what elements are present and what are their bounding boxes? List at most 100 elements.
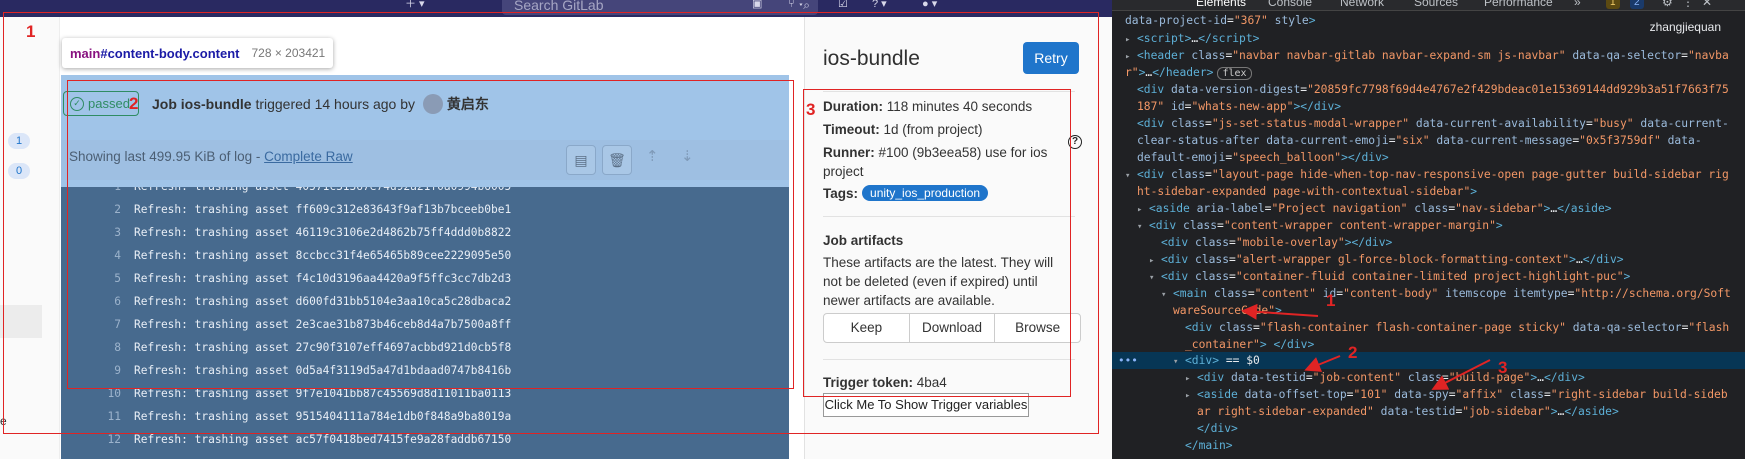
job-title: Job ios-bundle triggered 14 hours ago by… — [152, 94, 489, 114]
log-line-text: Refresh: trashing asset 9515404111a784e1… — [134, 410, 512, 423]
raw-file-button[interactable]: ▤ — [566, 145, 596, 175]
help-icon[interactable]: ? ▾ — [872, 0, 887, 14]
count-badge: 1 — [8, 133, 30, 149]
dom-node-line[interactable]: ▸ <aside aria-label="Project navigation" … — [1137, 200, 1612, 217]
user-link[interactable]: 黄启东 — [447, 96, 489, 112]
log-line-number[interactable]: 7 — [61, 313, 121, 336]
log-line: 11 Refresh: trashing asset 9515404111a784… — [61, 405, 789, 428]
dom-node-line[interactable]: ▾ <div class="container-fluid container-l… — [1149, 268, 1630, 285]
gitlab-navbar: ＋ ▾ Search GitLab ⌕ ▣ ⑂ ▾ ☑ ? ▾ ● ▾ — [0, 0, 1112, 17]
dom-node-line[interactable]: data-project-id="367" style> — [1125, 12, 1316, 29]
log-line-number[interactable]: 12 — [61, 428, 121, 451]
more-tabs-icon[interactable]: » — [1574, 0, 1581, 9]
job-header: ✓ passed Job ios-bundle triggered 14 hou… — [61, 84, 789, 124]
log-line-text: Refresh: trashing asset ac57f0418bed7415… — [134, 433, 512, 446]
warning-count-badge[interactable]: 1 — [1606, 0, 1620, 9]
devtools-panel: Elements Console Network Sources Perform… — [1112, 0, 1745, 459]
dom-node-line[interactable]: default-emoji="speech_balloon"></div> — [1137, 149, 1389, 166]
search-input[interactable]: Search GitLab ⌕ — [502, 0, 818, 15]
dom-node-line[interactable]: ▾ <main class="content" id="content-body"… — [1161, 285, 1731, 302]
log-line-number[interactable]: 3 — [61, 221, 121, 244]
settings-gear-icon[interactable]: ⚙ — [1662, 0, 1673, 9]
dom-node-line[interactable]: ▸ <div data-testid="job-content" class="b… — [1185, 369, 1585, 386]
dom-node-line[interactable]: ▸ <div class="alert-wrapper gl-force-bloc… — [1149, 251, 1624, 268]
complete-raw-link[interactable]: Complete Raw — [264, 149, 353, 164]
log-line-number[interactable]: 5 — [61, 267, 121, 290]
tab-console[interactable]: Console — [1268, 0, 1312, 9]
log-line: 5 Refresh: trashing asset f4c10d3196aa442… — [61, 267, 789, 290]
artifacts-heading: Job artifacts — [823, 233, 904, 248]
dom-node-line[interactable]: ▸ <script>…</script> — [1125, 30, 1259, 47]
log-line-text: Refresh: trashing asset 0d5a4f3119d5a47d… — [134, 364, 512, 377]
log-line-number[interactable]: 6 — [61, 290, 121, 313]
log-line-number[interactable]: 11 — [61, 405, 121, 428]
scroll-bottom-icon[interactable]: ⇣ — [681, 147, 694, 165]
avatar[interactable] — [422, 94, 443, 114]
todos-icon[interactable]: ☑ — [838, 0, 848, 14]
job-sidebar-title: ios-bundle — [823, 47, 920, 70]
scroll-top-icon[interactable]: ⇡ — [646, 147, 659, 165]
timeout-row: Timeout: 1d (from project) — [823, 122, 983, 137]
dom-node-line[interactable]: ht-sidebar-expanded page-with-contextual… — [1137, 183, 1477, 200]
log-line-number[interactable]: 10 — [61, 382, 121, 405]
tags-label: Tags: — [823, 186, 859, 201]
tab-network[interactable]: Network — [1340, 0, 1384, 9]
log-line-text: Refresh: trashing asset d600fd31bb5104e3… — [134, 295, 512, 308]
show-trigger-variables-button[interactable]: Click Me To Show Trigger variables — [823, 393, 1029, 417]
sidebar-item-active[interactable] — [0, 305, 42, 338]
question-circle-icon[interactable]: ? — [1068, 135, 1082, 149]
dom-node-line[interactable]: <div class="mobile-overlay"></div> — [1161, 234, 1392, 251]
download-button[interactable]: Download — [910, 314, 996, 342]
dom-node-line[interactable]: ▸ <header class="navbar navbar-gitlab nav… — [1125, 47, 1729, 64]
close-icon[interactable]: ✕ — [1702, 0, 1712, 9]
annotation-label-2: 2 — [129, 94, 139, 113]
dom-node-line[interactable]: <div class="js-set-status-modal-wrapper"… — [1137, 115, 1729, 132]
dom-node-line[interactable]: 187" id="whats-new-app"></div> — [1137, 98, 1341, 115]
issues-icon[interactable]: ▣ — [752, 0, 762, 14]
dom-node-line[interactable]: <div data-version-digest="20859fc7798f69… — [1137, 81, 1729, 98]
more-options-icon[interactable]: ⋮ — [1682, 0, 1694, 9]
dom-node-line[interactable]: ▾ <div> == $0 — [1173, 352, 1260, 369]
tab-performance[interactable]: Performance — [1484, 0, 1553, 9]
divider — [823, 359, 1075, 360]
dom-node-line[interactable]: ▾ <div class="content-wrapper content-wra… — [1137, 217, 1503, 234]
browse-button[interactable]: Browse — [995, 314, 1080, 342]
count-badge: 0 — [8, 163, 30, 179]
annotation-label-2-devtools: 2 — [1348, 343, 1358, 362]
log-line-text: Refresh: trashing asset 8ccbcc31f4e65465… — [134, 249, 512, 262]
annotation-label-1: 1 — [26, 22, 36, 41]
log-line-number[interactable]: 9 — [61, 359, 121, 382]
log-line-number[interactable]: 4 — [61, 244, 121, 267]
dom-node-line[interactable]: ▾ <div class="layout-page hide-when-top-n… — [1125, 166, 1729, 183]
dom-node-line[interactable]: _container"> </div> — [1185, 336, 1314, 353]
dom-node-line[interactable]: clear-status-after data-current-emoji="s… — [1137, 132, 1702, 149]
log-line-number[interactable]: 2 — [61, 198, 121, 221]
dom-node-line[interactable]: <div class="flash-container flash-contai… — [1185, 319, 1729, 336]
node-actions-icon[interactable]: ••• — [1118, 352, 1138, 369]
dom-node-line[interactable]: r">…</header> flex — [1125, 64, 1252, 81]
status-badge[interactable]: ✓ passed — [63, 91, 139, 116]
merge-requests-icon[interactable]: ⑂ ▾ — [788, 0, 804, 14]
log-line-number[interactable]: 1 — [61, 187, 121, 198]
dom-node-line[interactable]: ar right-sidebar-expanded" data-testid="… — [1197, 403, 1619, 420]
dom-node-line[interactable]: ▸ <aside data-offset-top="101" data-spy="… — [1185, 386, 1728, 403]
keep-button[interactable]: Keep — [824, 314, 910, 342]
dom-node-line[interactable]: wareSourceCode"> — [1173, 302, 1282, 319]
log-line: 2 Refresh: trashing asset ff609c312e83643… — [61, 198, 789, 221]
runner-tag: unity_ios_production — [862, 185, 989, 201]
retry-button[interactable]: Retry — [1023, 42, 1079, 74]
runner-label: Runner: — [823, 145, 875, 160]
log-info: Showing last 499.95 KiB of log - Complet… — [69, 149, 353, 164]
plus-icon[interactable]: ＋ ▾ — [405, 0, 425, 14]
annotation-label-3-devtools: 3 — [1498, 358, 1508, 377]
erase-log-button[interactable]: 🗑 — [602, 145, 632, 175]
user-avatar-icon[interactable]: ● ▾ — [922, 0, 937, 14]
log-line-number[interactable]: 8 — [61, 336, 121, 359]
tab-elements[interactable]: Elements — [1196, 0, 1246, 9]
job-log: 1 Refresh: trashing asset 40571c31367e74d… — [61, 187, 789, 459]
dom-node-line[interactable]: </div> — [1197, 420, 1238, 437]
dom-node-line[interactable]: </main> — [1185, 437, 1233, 454]
username-label: zhangjiequan — [1649, 20, 1721, 34]
issues-count-badge[interactable]: 2 — [1630, 0, 1644, 9]
tab-sources[interactable]: Sources — [1414, 0, 1458, 9]
